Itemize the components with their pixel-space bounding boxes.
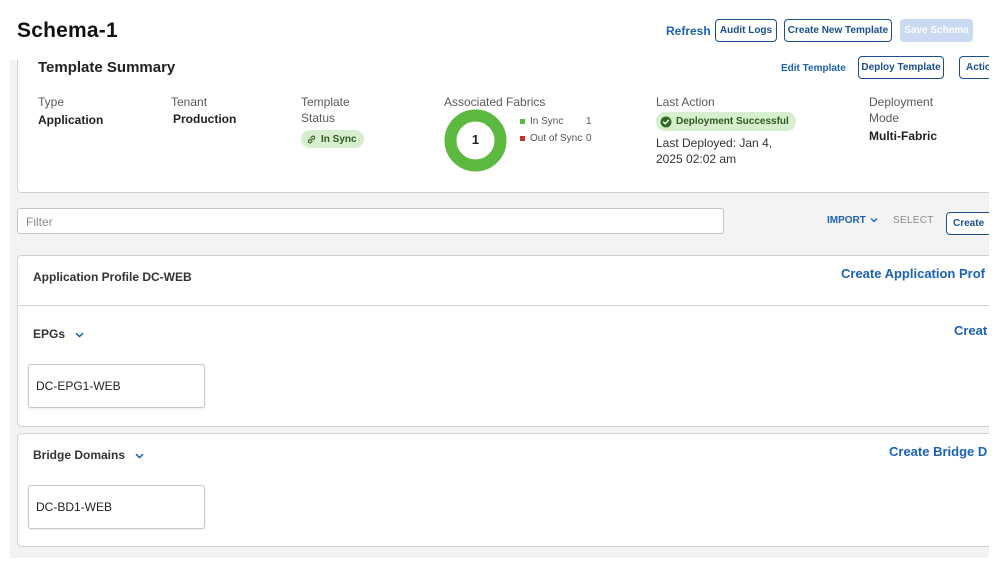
link-icon <box>306 134 317 145</box>
legend-in-sync: In Sync 1 <box>520 116 592 127</box>
last-action-label: Last Action <box>656 95 715 109</box>
create-new-template-button[interactable]: Create New Template <box>784 19 892 42</box>
application-profile-section: Application Profile DC-WEB Create Applic… <box>17 255 989 427</box>
fabrics-label: Associated Fabrics <box>444 95 546 109</box>
summary-title: Template Summary <box>38 59 176 76</box>
template-status-label: Template Status <box>301 95 350 125</box>
tenant-label: Tenant <box>171 95 208 109</box>
fabrics-donut: 1 <box>444 109 507 172</box>
edit-template-button[interactable]: Edit Template <box>781 63 846 74</box>
import-label: IMPORT <box>827 215 866 226</box>
in-sync-label: In Sync <box>530 116 564 127</box>
chevron-down-icon <box>870 215 878 226</box>
in-sync-count: 1 <box>586 116 592 127</box>
bridge-domains-title: Bridge Domains <box>33 448 126 462</box>
bridge-domain-tile[interactable]: DC-BD1-WEB <box>28 485 205 529</box>
save-schema-button[interactable]: Save Schema <box>900 19 973 42</box>
import-dropdown[interactable]: IMPORT <box>827 215 878 226</box>
epg-tile[interactable]: DC-EPG1-WEB <box>28 364 205 408</box>
chevron-down-icon <box>135 448 144 462</box>
deployment-status-label: Deployment Successful <box>676 116 789 127</box>
page-header: Schema-1 Refresh Audit Logs Create New T… <box>10 16 989 60</box>
fabrics-total: 1 <box>471 132 480 147</box>
page-title: Schema-1 <box>17 19 118 42</box>
last-deployed-text: Last Deployed: Jan 4, 2025 02:02 am <box>656 136 773 166</box>
create-epg-button[interactable]: Creat <box>954 323 987 338</box>
audit-logs-button[interactable]: Audit Logs <box>715 19 777 42</box>
epgs-title: EPGs <box>33 327 66 341</box>
check-circle-icon <box>660 116 672 128</box>
status-badge: In Sync <box>301 130 364 148</box>
deployment-status-badge: Deployment Successful <box>656 112 796 131</box>
chevron-down-icon <box>75 327 84 341</box>
deployment-mode-value: Multi-Fabric <box>869 129 937 143</box>
refresh-button[interactable]: Refresh <box>666 24 711 38</box>
bridge-domains-header[interactable]: Bridge Domains <box>33 448 144 462</box>
status-badge-label: In Sync <box>321 133 357 145</box>
deploy-template-button[interactable]: Deploy Template <box>858 56 944 79</box>
deployment-mode-label: Deployment Mode <box>869 95 934 125</box>
in-sync-swatch <box>520 119 525 124</box>
actions-button[interactable]: Actio <box>959 56 989 79</box>
type-value: Application <box>38 113 104 127</box>
select-button[interactable]: SELECT <box>893 215 934 226</box>
application-profile-title: Application Profile DC-WEB <box>33 270 192 284</box>
app-frame: Schema-1 Refresh Audit Logs Create New T… <box>10 16 989 558</box>
legend-out-of-sync: Out of Sync 0 <box>520 133 592 144</box>
out-of-sync-count: 0 <box>586 133 592 144</box>
epgs-header[interactable]: EPGs <box>33 327 84 341</box>
type-label: Type <box>38 95 65 109</box>
tenant-value: Production <box>173 112 237 126</box>
create-bridge-domain-button[interactable]: Create Bridge D <box>889 444 987 459</box>
out-of-sync-label: Out of Sync <box>530 133 583 144</box>
create-application-profile-button[interactable]: Create Application Prof <box>841 266 985 281</box>
section-divider <box>18 305 989 306</box>
filter-input[interactable]: Filter <box>17 208 724 234</box>
template-summary-card: Template Summary Edit Template Deploy Te… <box>17 56 989 193</box>
bridge-domains-section: Bridge Domains Create Bridge D DC-BD1-WE… <box>17 433 989 547</box>
out-of-sync-swatch <box>520 136 525 141</box>
create-button[interactable]: Create <box>946 212 989 235</box>
